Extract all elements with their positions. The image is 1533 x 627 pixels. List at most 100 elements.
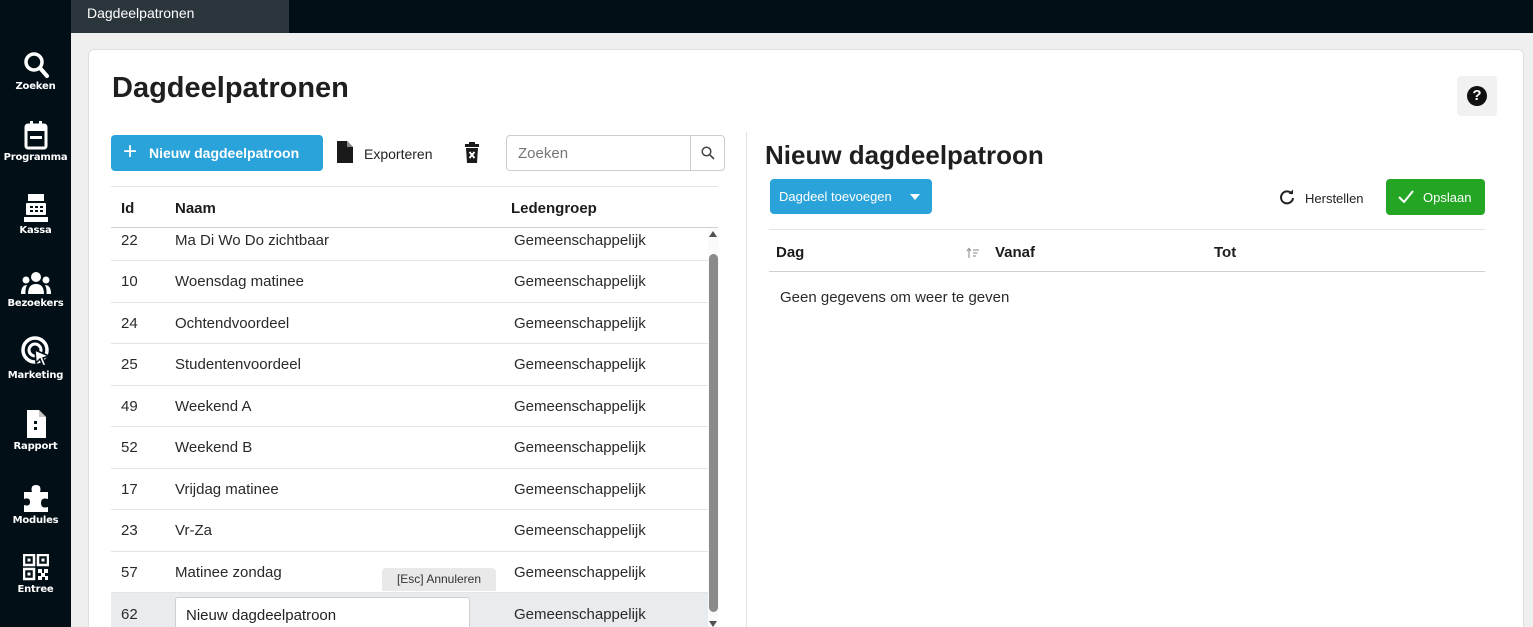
cell-ledengroep: Gemeenschappelijk <box>514 232 646 249</box>
table-row[interactable]: 25 Studentenvoordeel Gemeenschappelijk <box>111 344 709 386</box>
caret-down-icon <box>910 194 920 200</box>
cell-ledengroep: Gemeenschappelijk <box>514 563 646 581</box>
table-row-editing[interactable]: 62 Gemeenschappelijk <box>111 593 709 627</box>
search-icon <box>23 52 49 78</box>
tab-dagdeelpatronen[interactable]: Dagdeelpatronen <box>71 0 289 33</box>
cash-register-icon <box>23 194 48 222</box>
cell-id: 24 <box>121 314 138 332</box>
cell-naam: Weekend A <box>175 397 252 415</box>
cell-ledengroep: Gemeenschappelijk <box>514 522 646 539</box>
cell-ledengroep: Gemeenschappelijk <box>514 439 646 456</box>
refresh-icon <box>1280 189 1294 205</box>
column-header-vanaf[interactable]: Vanaf <box>995 244 1035 261</box>
export-label: Exporteren <box>364 146 433 162</box>
empty-message: Geen gegevens om weer te geven <box>780 289 1010 306</box>
cell-naam: Ochtendvoordeel <box>175 314 290 332</box>
new-pattern-label: Nieuw dagdeelpatroon <box>149 145 300 161</box>
cell-naam: Studentenvoordeel <box>175 356 301 373</box>
sidebar: Zoeken Programma Kassa Bezoekers Marketi… <box>0 33 71 627</box>
file-icon <box>337 141 353 163</box>
cell-naam: Matinee zondag <box>175 563 282 581</box>
sidebar-item-label: Kassa <box>19 225 52 236</box>
sidebar-item-label: Zoeken <box>15 81 56 92</box>
table-row[interactable]: 49 Weekend A Gemeenschappelijk <box>111 386 709 427</box>
name-edit-input[interactable] <box>175 597 470 627</box>
cell-naam: Vrijdag matinee <box>175 480 279 498</box>
cell-ledengroep: Gemeenschappelijk <box>514 480 646 498</box>
scroll-down-arrow[interactable] <box>709 621 717 627</box>
puzzle-icon <box>23 485 48 512</box>
sidebar-item-label: Programma <box>3 152 68 163</box>
cell-id: 49 <box>121 397 138 415</box>
cell-id: 17 <box>121 480 138 498</box>
table-row[interactable]: 22 Ma Di Wo Do zichtbaar Gemeenschappeli… <box>111 228 709 261</box>
sidebar-item-label: Marketing <box>7 370 64 381</box>
table-row[interactable]: 24 Ochtendvoordeel Gemeenschappelijk <box>111 303 709 344</box>
cell-id: 52 <box>121 439 138 456</box>
search-input[interactable] <box>507 136 689 170</box>
cell-naam: Weekend B <box>175 439 253 456</box>
new-pattern-button[interactable]: + Nieuw dagdeelpatroon <box>111 135 323 171</box>
sidebar-item-zoeken[interactable]: Zoeken <box>0 51 71 123</box>
sidebar-item-marketing[interactable]: Marketing <box>0 336 71 408</box>
sidebar-item-rapport[interactable]: Rapport <box>0 409 71 481</box>
save-button[interactable]: Opslaan <box>1386 179 1485 215</box>
column-header-ledengroep[interactable]: Ledengroep <box>511 200 597 217</box>
reset-label: Herstellen <box>1305 191 1364 206</box>
search-button[interactable] <box>690 136 724 170</box>
users-icon <box>20 272 51 294</box>
sort-icon[interactable] <box>966 247 980 259</box>
trash-icon <box>465 142 479 163</box>
sidebar-item-label: Rapport <box>13 441 58 452</box>
table-row[interactable]: 52 Weekend B Gemeenschappelijk <box>111 427 709 469</box>
column-header-naam[interactable]: Naam <box>175 200 216 217</box>
cell-naam: Vr-Za <box>175 522 212 539</box>
add-daypart-label: Dagdeel toevoegen <box>779 189 892 204</box>
search-box <box>506 135 725 171</box>
table-row[interactable]: 23 Vr-Za Gemeenschappelijk <box>111 510 709 552</box>
scroll-up-arrow[interactable] <box>709 231 717 237</box>
target-cursor-icon <box>20 336 51 367</box>
cell-id: 22 <box>121 232 138 249</box>
cell-naam: Ma Di Wo Do zichtbaar <box>175 232 329 249</box>
sidebar-item-entree[interactable]: Entree <box>0 554 71 626</box>
sidebar-item-programma[interactable]: Programma <box>0 120 71 192</box>
delete-button[interactable] <box>463 142 483 164</box>
table-scrollbar[interactable] <box>708 228 719 627</box>
sidebar-item-label: Entree <box>17 584 54 595</box>
main-card: Dagdeelpatronen ? + Nieuw dagdeelpatroon… <box>88 49 1524 627</box>
sidebar-item-modules[interactable]: Modules <box>0 483 71 555</box>
scroll-thumb[interactable] <box>709 254 718 612</box>
cell-id: 57 <box>121 563 138 581</box>
search-icon <box>701 146 715 160</box>
help-button[interactable]: ? <box>1457 76 1497 116</box>
cell-ledengroep: Gemeenschappelijk <box>514 606 646 623</box>
help-icon: ? <box>1467 86 1487 106</box>
save-label: Opslaan <box>1423 190 1472 205</box>
add-daypart-dropdown[interactable]: Dagdeel toevoegen <box>770 179 932 214</box>
divider <box>769 271 1485 272</box>
column-header-id[interactable]: Id <box>121 200 134 217</box>
esc-cancel-hint[interactable]: [Esc] Annuleren <box>382 568 496 591</box>
cell-id: 62 <box>121 606 138 623</box>
cell-ledengroep: Gemeenschappelijk <box>514 356 646 373</box>
check-icon <box>1398 190 1414 203</box>
qr-code-icon <box>22 554 49 581</box>
detail-title: Nieuw dagdeelpatroon <box>765 140 1044 170</box>
panel-divider <box>746 132 747 627</box>
table-row[interactable]: 17 Vrijdag matinee Gemeenschappelijk <box>111 469 709 510</box>
cell-id: 10 <box>121 273 138 290</box>
plus-icon: + <box>123 138 138 165</box>
sidebar-item-kassa[interactable]: Kassa <box>0 193 71 265</box>
column-header-dag[interactable]: Dag <box>776 244 804 261</box>
page-title: Dagdeelpatronen <box>112 72 349 104</box>
column-header-tot[interactable]: Tot <box>1214 244 1236 261</box>
cell-naam: Woensdag matinee <box>175 273 304 290</box>
table-row[interactable]: 10 Woensdag matinee Gemeenschappelijk <box>111 261 709 303</box>
sidebar-item-bezoekers[interactable]: Bezoekers <box>0 270 71 342</box>
cell-ledengroep: Gemeenschappelijk <box>514 314 646 332</box>
divider <box>769 229 1485 230</box>
cell-ledengroep: Gemeenschappelijk <box>514 397 646 415</box>
sidebar-item-label: Bezoekers <box>7 298 64 309</box>
report-icon <box>26 410 46 438</box>
